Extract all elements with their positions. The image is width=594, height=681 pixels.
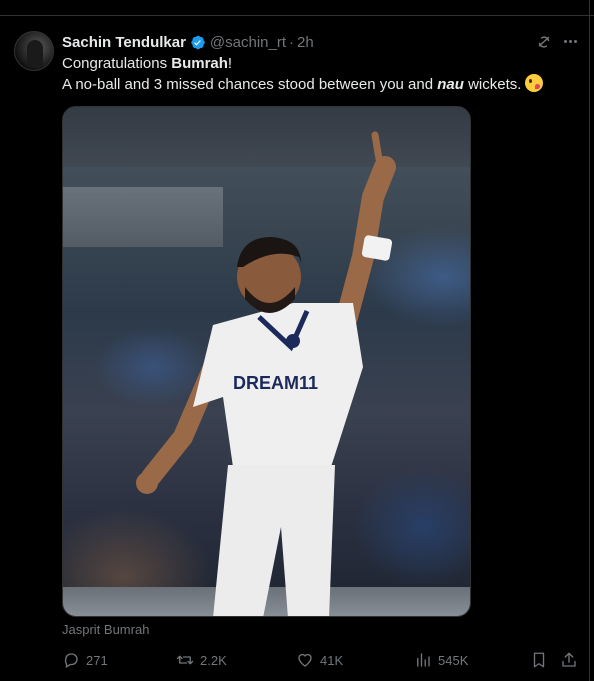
text-segment: ! <box>227 55 233 72</box>
tweet-photo[interactable]: DREAM11 <box>62 106 471 617</box>
like-icon <box>298 653 312 667</box>
reply-count: 271 <box>86 652 108 668</box>
repost-count: 2.2K <box>200 652 227 668</box>
reply-icon <box>64 653 78 668</box>
right-divider <box>589 0 590 681</box>
like-count: 41K <box>320 652 344 668</box>
text-segment: wickets. <box>463 76 522 93</box>
text-segment: A no-ball and 3 missed chances stood bet… <box>62 76 438 93</box>
verified-badge-icon[interactable] <box>189 34 206 51</box>
repost-button[interactable]: 2.2K <box>176 648 227 672</box>
jersey-text: DREAM11 <box>233 373 318 393</box>
avatar[interactable] <box>14 31 54 71</box>
views-button[interactable]: 545K <box>414 648 468 672</box>
photo-caption: Jasprit Bumrah <box>62 622 150 637</box>
views-count: 545K <box>438 652 469 668</box>
text-segment: Congratulations <box>62 55 172 72</box>
tweet-text-line-2: A no-ball and 3 missed chances stood bet… <box>62 74 544 95</box>
views-icon <box>417 653 430 667</box>
player-figure: DREAM11 <box>136 131 396 616</box>
share-icon <box>562 652 576 667</box>
action-bar: 271 2.2K 41K 545K <box>62 648 582 672</box>
grok-icon[interactable] <box>535 33 553 51</box>
text-italic: nau <box>437 76 464 93</box>
tweet-time[interactable]: 2h <box>297 34 314 51</box>
author-handle[interactable]: @sachin_rt <box>210 34 286 51</box>
like-button[interactable]: 41K <box>296 648 343 672</box>
reply-button[interactable]: 271 <box>62 648 108 672</box>
bookmark-icon <box>533 652 545 668</box>
more-icon[interactable] <box>561 32 579 50</box>
separator-dot: · <box>289 33 295 51</box>
author-name[interactable]: Sachin Tendulkar <box>62 34 186 51</box>
tweet-text-line-1: Congratulations Bumrah! <box>62 54 232 74</box>
tweet-header: Sachin Tendulkar @sachin_rt · 2h <box>62 33 314 51</box>
bookmark-button[interactable] <box>530 648 548 672</box>
repost-icon <box>176 655 194 665</box>
share-button[interactable] <box>560 648 578 672</box>
top-divider <box>0 0 594 16</box>
text-bold: Bumrah <box>171 55 228 72</box>
emoji-zany-face-icon <box>525 74 544 92</box>
